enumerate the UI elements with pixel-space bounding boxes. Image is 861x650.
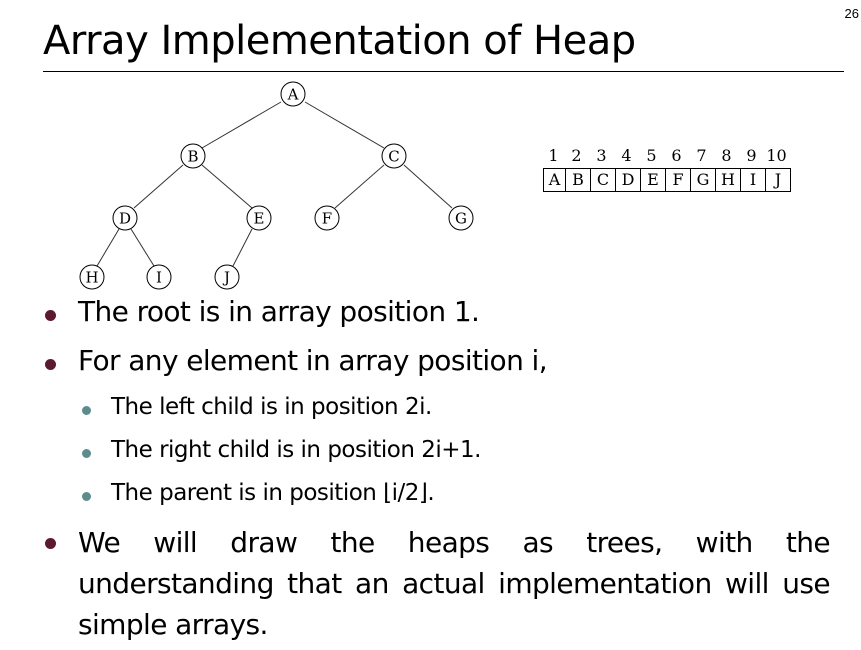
array-index: 5 <box>646 146 657 165</box>
array-cell: D <box>616 169 641 191</box>
bullet-root: The root is in array position 1. <box>78 295 480 328</box>
node-J: J <box>214 264 240 290</box>
svg-text:G: G <box>455 210 467 228</box>
sub-bullet-dot <box>82 492 91 501</box>
svg-text:I: I <box>156 269 162 287</box>
node-G: G <box>448 205 474 231</box>
array-cell: B <box>566 169 591 191</box>
array-index: 1 <box>548 146 559 165</box>
node-D: D <box>112 205 138 231</box>
node-A: A <box>280 81 306 107</box>
array-index: 8 <box>721 146 732 165</box>
svg-text:J: J <box>222 269 230 287</box>
array-index: 3 <box>596 146 607 165</box>
node-C: C <box>381 143 407 169</box>
svg-text:A: A <box>287 86 299 104</box>
array-cell: C <box>591 169 616 191</box>
sub-bullet-right-child: The right child is in position 2i+1. <box>111 437 481 463</box>
array-cell: F <box>666 169 691 191</box>
bullet-any-element: For any element in array position i, <box>78 344 548 377</box>
bullet-dot <box>45 359 56 370</box>
sub-bullet-parent: The parent is in position ⌊i/2⌋. <box>111 480 435 506</box>
node-B: B <box>180 143 206 169</box>
heap-array: 1 2 3 4 5 6 7 8 9 10 A B C D E F G H I J <box>543 146 791 192</box>
svg-text:E: E <box>254 210 265 228</box>
node-E: E <box>246 205 272 231</box>
bullet-draw-heaps: We will draw the heaps as trees, with th… <box>78 526 831 641</box>
array-cells: A B C D E F G H I J <box>543 168 791 192</box>
array-index: 2 <box>571 146 582 165</box>
bullet-dot <box>45 310 56 321</box>
svg-text:C: C <box>388 148 399 166</box>
svg-text:H: H <box>85 269 98 287</box>
array-index: 10 <box>766 146 787 165</box>
array-index-row: 1 2 3 4 5 6 7 8 9 10 <box>543 146 791 168</box>
node-F: F <box>314 205 340 231</box>
node-I: I <box>146 264 172 290</box>
sub-bullet-dot <box>82 449 91 458</box>
array-cell: H <box>716 169 741 191</box>
array-index: 6 <box>671 146 682 165</box>
svg-text:B: B <box>187 148 198 166</box>
sub-bullet-dot <box>82 406 91 415</box>
array-cell: E <box>641 169 666 191</box>
array-cell: J <box>774 170 782 189</box>
sub-bullet-left-child: The left child is in position 2i. <box>111 394 432 420</box>
array-cell: G <box>691 169 716 191</box>
node-H: H <box>79 264 105 290</box>
array-cell: A <box>544 169 566 191</box>
array-cell: I <box>741 169 766 191</box>
array-index: 9 <box>746 146 757 165</box>
svg-text:F: F <box>322 210 332 228</box>
array-index: 7 <box>696 146 707 165</box>
svg-text:D: D <box>119 210 131 228</box>
array-index: 4 <box>621 146 632 165</box>
bullet-dot <box>45 538 56 549</box>
